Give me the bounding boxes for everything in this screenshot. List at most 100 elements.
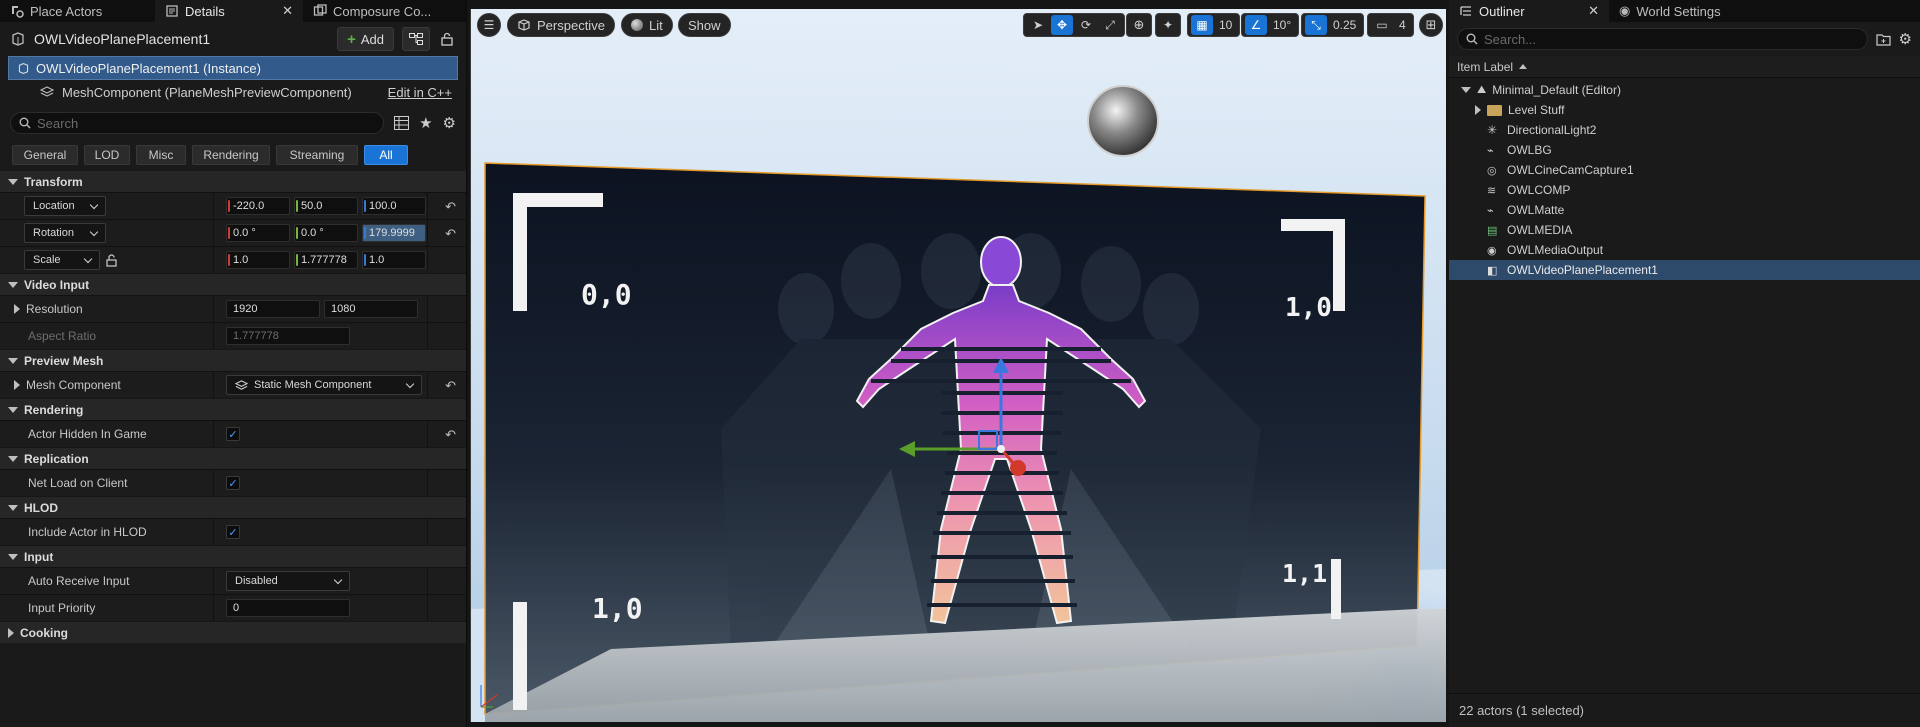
location-z-field[interactable]: 100.0	[362, 197, 426, 215]
lock-icon[interactable]	[438, 32, 456, 46]
scale-icon[interactable]: ⤢	[1099, 15, 1121, 35]
filter-lod[interactable]: LOD	[84, 145, 130, 165]
camera-speed-value[interactable]: 4	[1395, 18, 1410, 32]
rotation-snap-group[interactable]: ∠ 10°	[1241, 13, 1300, 37]
sphere-reflection-capture[interactable]	[1087, 85, 1159, 157]
filter-all[interactable]: All	[364, 145, 408, 165]
outliner-item-directional-light[interactable]: ✳ DirectionalLight2	[1449, 120, 1920, 140]
scale-y-field[interactable]: 1.777778	[294, 251, 358, 269]
grid-snap-value[interactable]: 10	[1215, 18, 1236, 32]
lit-button[interactable]: Lit	[621, 13, 673, 37]
reset-to-default-icon[interactable]: ↶	[445, 199, 456, 215]
category-replication[interactable]: Replication	[0, 447, 466, 469]
rotation-y-field[interactable]: 0.0 °	[294, 224, 358, 242]
close-icon[interactable]: ✕	[282, 3, 293, 19]
show-button[interactable]: Show	[678, 13, 731, 37]
category-video-input[interactable]: Video Input	[0, 273, 466, 295]
expand-arrow-icon[interactable]	[1461, 87, 1471, 93]
table-view-icon[interactable]	[394, 116, 410, 130]
location-x-field[interactable]: -220.0	[226, 197, 290, 215]
outliner-item-owlmatte[interactable]: ⌁ OWLMatte	[1449, 200, 1920, 220]
star-icon[interactable]: ★	[419, 114, 432, 132]
outliner-item-video-plane[interactable]: ◧ OWLVideoPlanePlacement1	[1449, 260, 1920, 280]
category-input[interactable]: Input	[0, 545, 466, 567]
gear-icon[interactable]: ⚙	[443, 114, 456, 132]
input-priority-field[interactable]: 0	[226, 599, 350, 617]
scale-z-field[interactable]: 1.0	[362, 251, 426, 269]
grid-snap-group[interactable]: ▦ 10	[1187, 13, 1241, 37]
outliner-item-owlmedia[interactable]: ▤ OWLMEDIA	[1449, 220, 1920, 240]
outliner-search-input[interactable]: Search...	[1457, 28, 1868, 50]
rotation-x-field[interactable]: 0.0 °	[226, 224, 290, 242]
blueprint-button[interactable]	[402, 27, 430, 51]
rotation-z-field[interactable]: 179.9999	[362, 224, 426, 242]
scale-snap-value[interactable]: 0.25	[1329, 18, 1360, 32]
item-label-column-header[interactable]: Item Label	[1449, 56, 1920, 78]
location-y-field[interactable]: 50.0	[294, 197, 358, 215]
tab-details[interactable]: Details ✕	[155, 0, 303, 22]
filter-streaming[interactable]: Streaming	[276, 145, 358, 165]
reset-to-default-icon[interactable]: ↶	[445, 427, 456, 443]
location-mode-dropdown[interactable]: Location	[24, 196, 106, 216]
surface-snap-toggle[interactable]: ✦	[1155, 13, 1181, 37]
expand-arrow-icon[interactable]	[1475, 105, 1481, 115]
filter-general[interactable]: General	[12, 145, 78, 165]
tab-world-settings[interactable]: ◉ World Settings	[1609, 0, 1759, 22]
unlock-icon[interactable]	[106, 253, 118, 267]
expand-arrow-icon[interactable]	[14, 304, 20, 314]
resolution-width-field[interactable]: 1920	[226, 300, 320, 318]
rotation-snap-value[interactable]: 10°	[1269, 18, 1295, 32]
actor-hidden-checkbox[interactable]: ✓	[226, 427, 240, 441]
tab-place-actors[interactable]: Place Actors	[0, 0, 155, 22]
video-plane[interactable]	[484, 162, 1446, 722]
category-cooking[interactable]: Cooking	[0, 621, 466, 643]
scale-x-field[interactable]: 1.0	[226, 251, 290, 269]
outliner-item-owlcomp[interactable]: ≋ OWLCOMP	[1449, 180, 1920, 200]
rotation-mode-dropdown[interactable]: Rotation	[24, 223, 106, 243]
details-search-input[interactable]: Search	[10, 112, 385, 134]
layout-button[interactable]: ⊞	[1419, 13, 1443, 37]
tree-root-row[interactable]: ⛰ Minimal_Default (Editor)	[1449, 80, 1920, 100]
translate-icon[interactable]: ✥	[1051, 15, 1073, 35]
include-hlod-checkbox[interactable]: ✓	[226, 525, 240, 539]
outliner-item-owlbg[interactable]: ⌁ OWLBG	[1449, 140, 1920, 160]
angle-snap-icon[interactable]: ∠	[1245, 15, 1267, 35]
viewport-menu-button[interactable]: ☰	[477, 13, 501, 37]
outliner-item-level-stuff[interactable]: Level Stuff	[1449, 100, 1920, 120]
expand-arrow-icon[interactable]	[14, 380, 20, 390]
close-icon[interactable]: ✕	[1588, 3, 1599, 19]
scale-mode-dropdown[interactable]: Scale	[24, 250, 100, 270]
mesh-component-row[interactable]: MeshComponent (PlaneMeshPreviewComponent…	[8, 80, 458, 104]
rotate-icon[interactable]: ⟳	[1075, 15, 1097, 35]
tab-composure[interactable]: Composure Co...	[303, 0, 453, 22]
category-preview-mesh[interactable]: Preview Mesh	[0, 349, 466, 371]
add-component-button[interactable]: + Add	[337, 27, 394, 51]
filter-rendering[interactable]: Rendering	[192, 145, 270, 165]
add-folder-icon[interactable]	[1875, 33, 1891, 46]
outliner-item-media-output[interactable]: ◉ OWLMediaOutput	[1449, 240, 1920, 260]
scale-snap-group[interactable]: ⤡ 0.25	[1301, 13, 1365, 37]
net-load-checkbox[interactable]: ✓	[226, 476, 240, 490]
scale-snap-icon[interactable]: ⤡	[1305, 15, 1327, 35]
outliner-item-cinecam[interactable]: ◎ OWLCineCamCapture1	[1449, 160, 1920, 180]
grid-snap-icon[interactable]: ▦	[1191, 15, 1213, 35]
category-transform[interactable]: Transform	[0, 170, 466, 192]
filter-misc[interactable]: Misc	[136, 145, 186, 165]
select-cursor-icon[interactable]: ➤	[1027, 15, 1049, 35]
reset-to-default-icon[interactable]: ↶	[445, 378, 456, 394]
edit-in-cpp-link[interactable]: Edit in C++	[388, 85, 458, 100]
auto-receive-dropdown[interactable]: Disabled	[226, 571, 350, 591]
level-viewport[interactable]: 0,0 1,0 1,0 1,1 ☰ Perspective Lit Show ➤…	[470, 9, 1446, 722]
world-local-toggle[interactable]: ⊕	[1126, 13, 1152, 37]
category-rendering[interactable]: Rendering	[0, 398, 466, 420]
tab-outliner[interactable]: Outliner ✕	[1449, 0, 1609, 22]
camera-icon[interactable]: ▭	[1371, 15, 1393, 35]
reset-to-default-icon[interactable]: ↶	[445, 226, 456, 242]
gear-icon[interactable]: ⚙	[1899, 30, 1912, 48]
camera-speed-group[interactable]: ▭ 4	[1367, 13, 1414, 37]
resolution-height-field[interactable]: 1080	[324, 300, 418, 318]
component-instance-row[interactable]: OWLVideoPlanePlacement1 (Instance)	[8, 56, 458, 80]
mesh-component-dropdown[interactable]: Static Mesh Component	[226, 375, 422, 395]
category-hlod[interactable]: HLOD	[0, 496, 466, 518]
perspective-button[interactable]: Perspective	[507, 13, 615, 37]
